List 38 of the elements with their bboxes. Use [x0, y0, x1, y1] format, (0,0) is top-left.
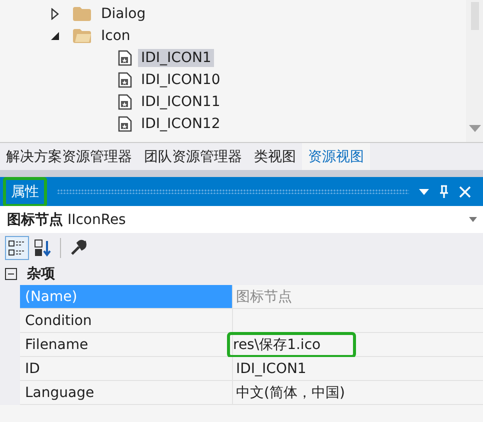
icon-file-icon [118, 116, 132, 132]
expand-arrow-icon[interactable] [50, 8, 60, 20]
tree-item[interactable]: IDI_ICON1 [138, 49, 214, 67]
dropdown-icon[interactable] [419, 188, 429, 194]
dropdown-icon[interactable] [469, 217, 477, 222]
property-name[interactable]: Language [20, 381, 233, 404]
tree-item[interactable]: IDI_ICON11 [138, 93, 224, 111]
icon-file-icon [118, 72, 132, 88]
tab[interactable]: 解决方案资源管理器 [0, 143, 138, 170]
folder-icon [72, 28, 92, 44]
pin-icon[interactable] [439, 184, 449, 198]
collapse-box-icon[interactable] [5, 268, 17, 280]
property-value-text: 图标节点 [235, 288, 293, 306]
category-label: 杂项 [27, 264, 55, 282]
property-value[interactable]: 中文(简体，中国) [233, 381, 483, 404]
tree-item[interactable]: IDI_ICON10 [138, 71, 224, 89]
tree-item[interactable]: IDI_ICON12 [138, 115, 224, 133]
property-name[interactable]: Filename [20, 333, 233, 356]
categorized-button[interactable] [5, 236, 29, 260]
tree-item[interactable]: Dialog [98, 5, 149, 23]
property-value-text: res\保存1.ico [233, 336, 321, 354]
object-selector[interactable]: 图标节点 IIconRes [0, 206, 483, 233]
close-icon[interactable] [459, 186, 471, 198]
property-value-text: 中文(简体，中国) [235, 384, 346, 402]
property-value-text: IDI_ICON1 [235, 360, 308, 376]
tree-item[interactable]: Icon [98, 27, 134, 45]
property-value[interactable]: IDI_ICON1 [233, 357, 483, 380]
icon-file-icon [118, 50, 132, 66]
folder-icon [72, 6, 92, 22]
icon-file-icon [118, 94, 132, 110]
property-name[interactable]: ID [20, 357, 233, 380]
scroll-down-icon[interactable] [468, 125, 480, 132]
tab[interactable]: 资源视图 [302, 143, 370, 170]
tab[interactable]: 类视图 [248, 143, 302, 170]
collapse-arrow-icon[interactable] [50, 31, 60, 41]
property-name[interactable]: Condition [20, 309, 233, 332]
tab[interactable]: 团队资源管理器 [138, 143, 248, 170]
scrollbar[interactable] [466, 0, 483, 142]
